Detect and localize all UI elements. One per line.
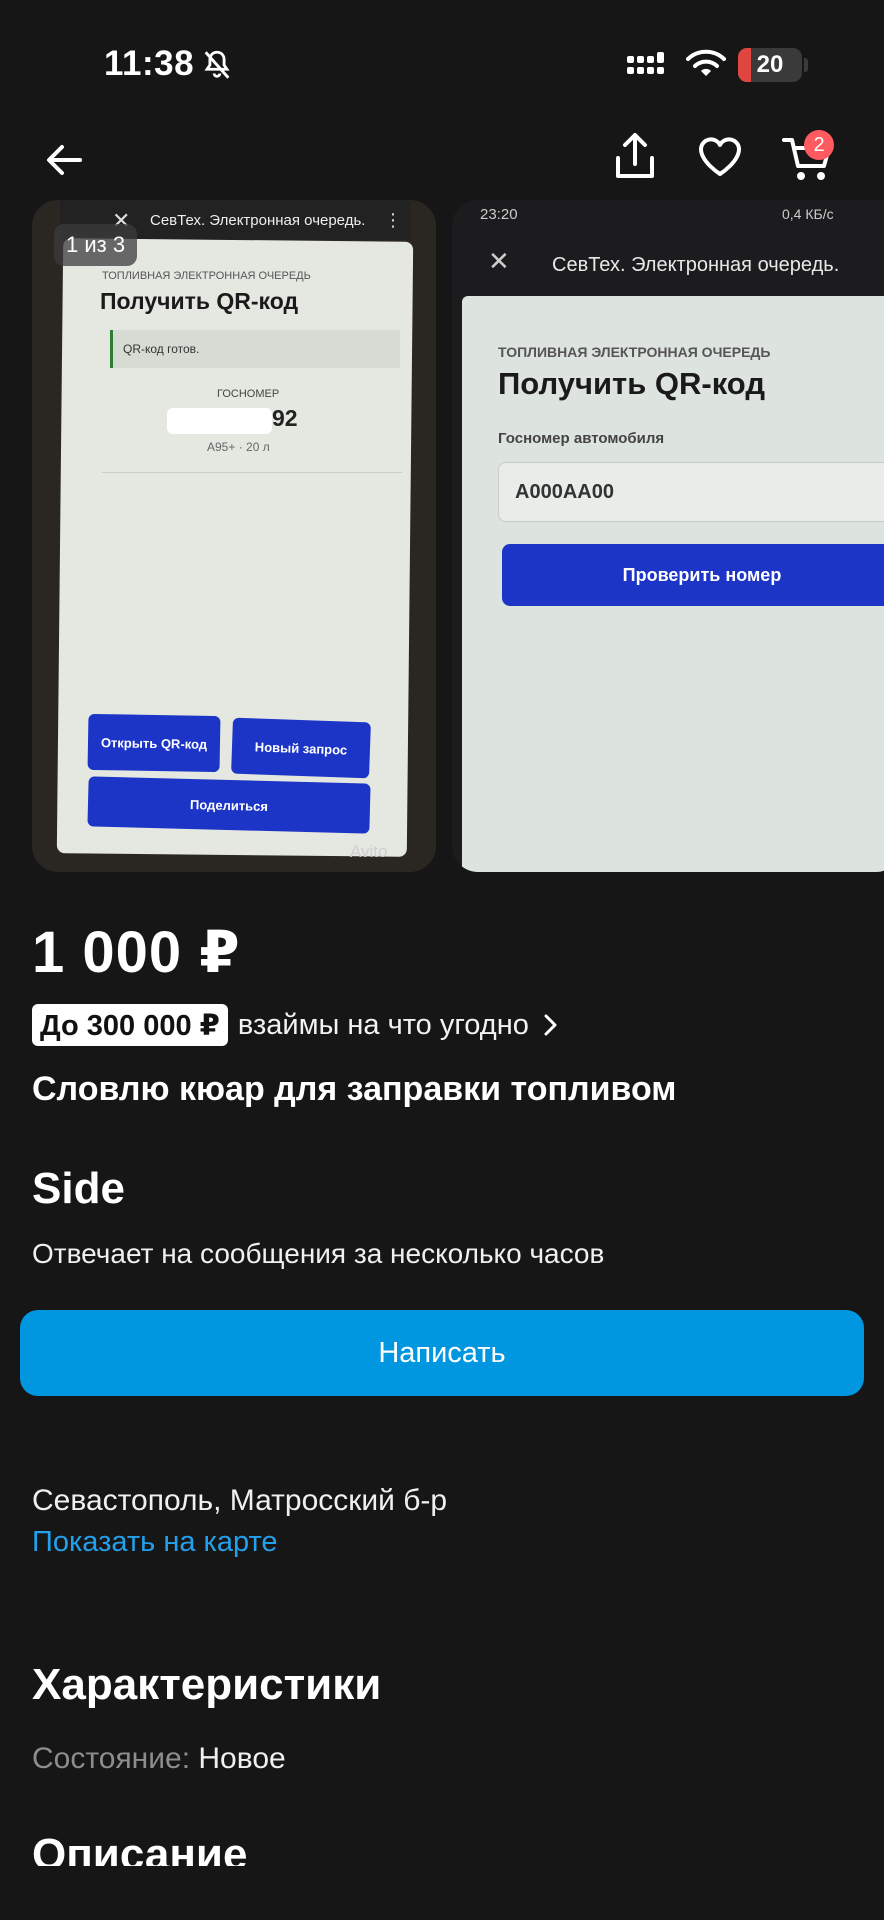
cart-badge: 2: [804, 130, 834, 160]
photo1-app-title: СевТех. Электронная очередь.: [150, 212, 366, 229]
photo1-plate-label: ГОСНОМЕР: [217, 388, 280, 400]
status-time: 11:38: [104, 44, 195, 83]
photo1-menu-icon: ⋮: [384, 210, 402, 230]
seller-name[interactable]: Side: [32, 1164, 125, 1214]
price: 1 000 ₽: [32, 920, 241, 985]
show-on-map-link[interactable]: Показать на карте: [32, 1526, 278, 1559]
photo1-status: QR-код готов.: [110, 330, 400, 368]
photo2-plate-input: А000АА00: [498, 462, 884, 522]
wifi-icon: [686, 49, 726, 76]
photo2-time: 23:20: [480, 206, 518, 223]
characteristics-heading: Характеристики: [32, 1660, 382, 1709]
photo2-plate-label: Госномер автомобиля: [498, 430, 665, 447]
photo2-app-title: СевТех. Электронная очередь.: [552, 254, 840, 276]
heart-icon[interactable]: [695, 132, 745, 182]
chevron-right-icon: [544, 1014, 557, 1036]
share-icon[interactable]: [610, 130, 660, 186]
photo2-heading: Получить QR-код: [498, 366, 766, 401]
condition-value: Новое: [198, 1742, 286, 1775]
photo1-share-button: Поделиться: [87, 776, 371, 834]
condition-label: Состояние:: [32, 1742, 191, 1775]
bell-muted-icon: [204, 50, 230, 79]
description-heading: Описание: [32, 1830, 248, 1866]
avito-watermark: Avito: [350, 842, 388, 861]
photo-counter: 1 из 3: [54, 224, 138, 266]
photo1-section: ТОПЛИВНАЯ ЭЛЕКТРОННАЯ ОЧЕРЕДЬ: [102, 270, 311, 282]
photo1-new-request-button: Новый запрос: [231, 717, 371, 779]
listing-title: Словлю кюар для заправки топливом: [32, 1070, 677, 1108]
condition-row: Состояние: Новое: [32, 1742, 286, 1776]
photo-gallery[interactable]: ✕ СевТех. Электронная очередь. ⋮ ТОПЛИВН…: [0, 200, 884, 872]
signal-icon: [627, 52, 664, 74]
listing-photo-1[interactable]: ✕ СевТех. Электронная очередь. ⋮ ТОПЛИВН…: [32, 200, 436, 872]
address: Севастополь, Матросский б-р: [32, 1484, 448, 1517]
photo2-net-speed: 0,4 КБ/с: [782, 206, 834, 222]
listing-photo-2[interactable]: 23:20 0,4 КБ/с ✕ СевТех. Электронная оче…: [452, 200, 884, 872]
seller-reply-time: Отвечает на сообщения за несколько часов: [32, 1238, 605, 1269]
loan-offer[interactable]: До 300 000 ₽ взаймы на что угодно: [32, 1002, 559, 1048]
photo1-fuel: А95+ · 20 л: [207, 440, 270, 454]
photo1-open-qr-button: Открыть QR-код: [87, 713, 221, 773]
battery-level: 20: [756, 51, 784, 78]
photo1-heading: Получить QR-код: [100, 288, 299, 314]
photo2-section: ТОПЛИВНАЯ ЭЛЕКТРОННАЯ ОЧЕРЕДЬ: [498, 344, 771, 360]
loan-badge: До 300 000 ₽: [32, 1004, 228, 1046]
photo1-plate-redaction: [167, 408, 272, 434]
write-message-button[interactable]: Написать: [20, 1310, 864, 1396]
photo1-plate-suffix: 92: [272, 405, 298, 431]
loan-text: взаймы на что угодно: [237, 1008, 529, 1041]
battery-cap: [804, 58, 808, 72]
photo1-divider: [102, 472, 402, 473]
status-bar: 11:38 20: [0, 0, 884, 130]
photo2-close-icon: ✕: [488, 246, 510, 276]
back-arrow-icon[interactable]: [40, 135, 90, 185]
photo2-check-button: Проверить номер: [502, 544, 884, 606]
battery-indicator: 20: [738, 48, 802, 82]
top-nav: [0, 120, 884, 200]
